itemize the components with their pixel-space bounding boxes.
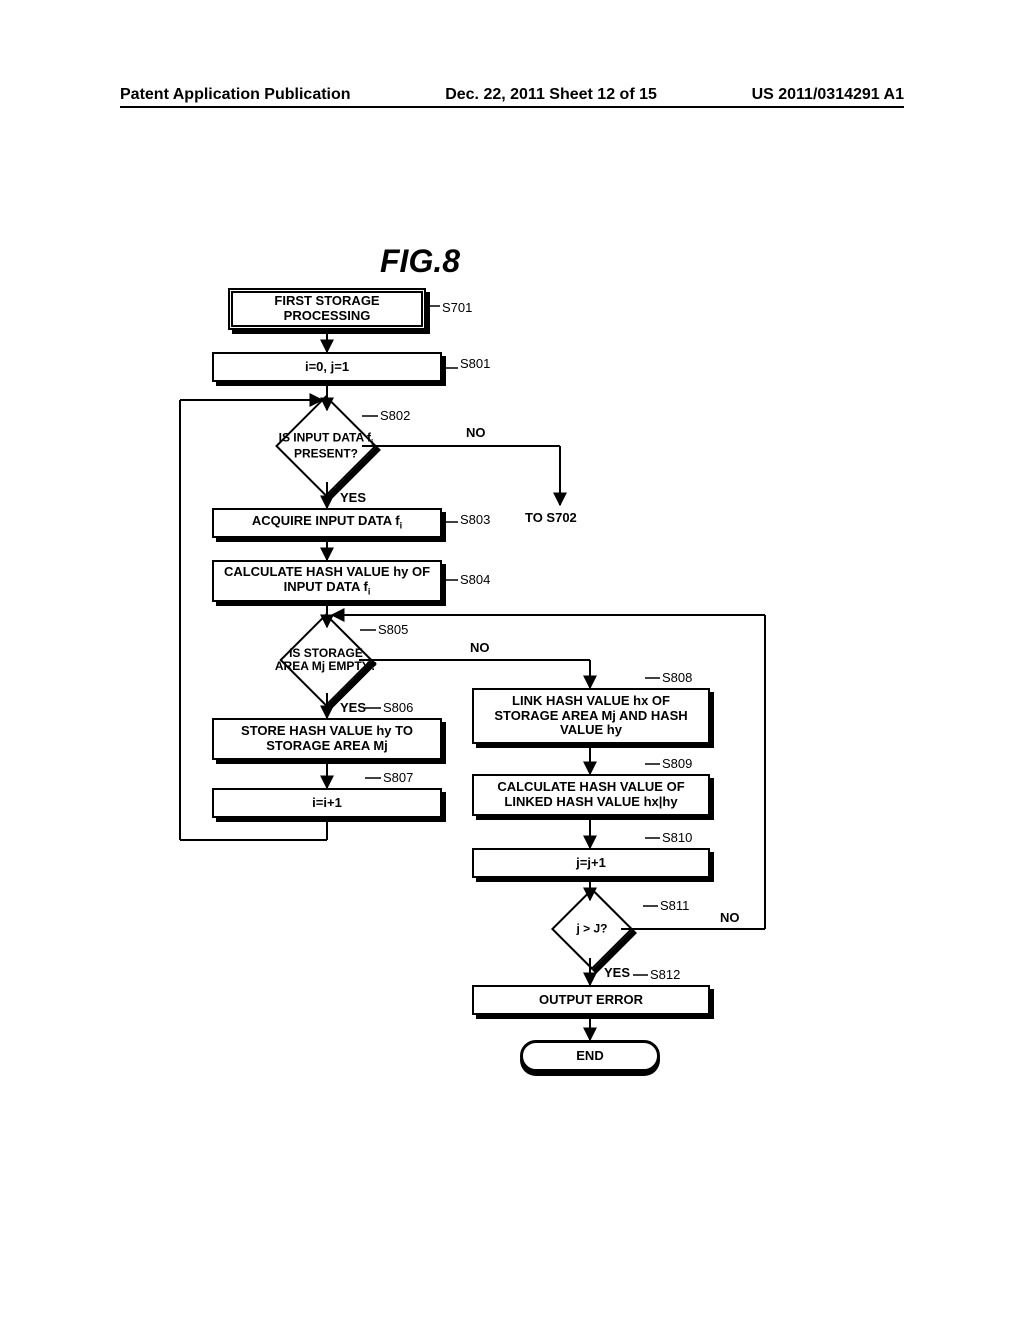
- step-s806: STORE HASH VALUE hy TO STORAGE AREA Mj: [212, 718, 442, 760]
- step-s807: i=i+1: [212, 788, 442, 818]
- step-label-s808: S808: [662, 670, 692, 685]
- branch-no-s811: NO: [720, 910, 740, 925]
- branch-no-s802: NO: [466, 425, 486, 440]
- header-right: US 2011/0314291 A1: [752, 86, 904, 104]
- header-center: Dec. 22, 2011 Sheet 12 of 15: [445, 86, 657, 104]
- step-s803: ACQUIRE INPUT DATA fi: [212, 508, 442, 538]
- step-s809: CALCULATE HASH VALUE OF LINKED HASH VALU…: [472, 774, 710, 816]
- step-s810: j=j+1: [472, 848, 710, 878]
- page-container: Patent Application Publication Dec. 22, …: [0, 0, 1024, 1320]
- link-to-s702: TO S702: [525, 510, 577, 525]
- branch-no-s805: NO: [470, 640, 490, 655]
- step-label-s811: S811: [660, 898, 689, 913]
- header-left: Patent Application Publication: [120, 86, 351, 104]
- step-label-s812: S812: [650, 967, 680, 982]
- step-label-s803: S803: [460, 512, 490, 527]
- step-s804: CALCULATE HASH VALUE hy OFINPUT DATA fi: [212, 560, 442, 602]
- decision-s811: j > J?: [563, 900, 621, 958]
- step-s808: LINK HASH VALUE hx OF STORAGE AREA Mj AN…: [472, 688, 710, 744]
- flowchart-arrows: [0, 0, 1024, 1320]
- step-label-s807: S807: [383, 770, 413, 785]
- branch-yes-s802: YES: [340, 490, 366, 505]
- figure-title: FIG.8: [380, 243, 460, 280]
- step-label-s809: S809: [662, 756, 692, 771]
- step-label-s804: S804: [460, 572, 490, 587]
- step-label-s810: S810: [662, 830, 692, 845]
- step-label-s802: S802: [380, 408, 410, 423]
- step-label-s801: S801: [460, 356, 490, 371]
- step-label-s806: S806: [383, 700, 413, 715]
- decision-s805: IS STORAGEAREA Mj EMPTY?: [293, 627, 359, 693]
- step-s812: OUTPUT ERROR: [472, 985, 710, 1015]
- branch-yes-s805: YES: [340, 700, 366, 715]
- step-s801: i=0, j=1: [212, 352, 442, 382]
- step-label-s701: S701: [442, 300, 472, 315]
- step-s701: FIRST STORAGE PROCESSING: [228, 288, 426, 330]
- end-terminal: END: [520, 1040, 660, 1072]
- page-header: Patent Application Publication Dec. 22, …: [120, 86, 904, 108]
- decision-s802: IS INPUT DATA fiPRESENT?: [290, 410, 362, 482]
- step-label-s805: S805: [378, 622, 408, 637]
- branch-yes-s811: YES: [604, 965, 630, 980]
